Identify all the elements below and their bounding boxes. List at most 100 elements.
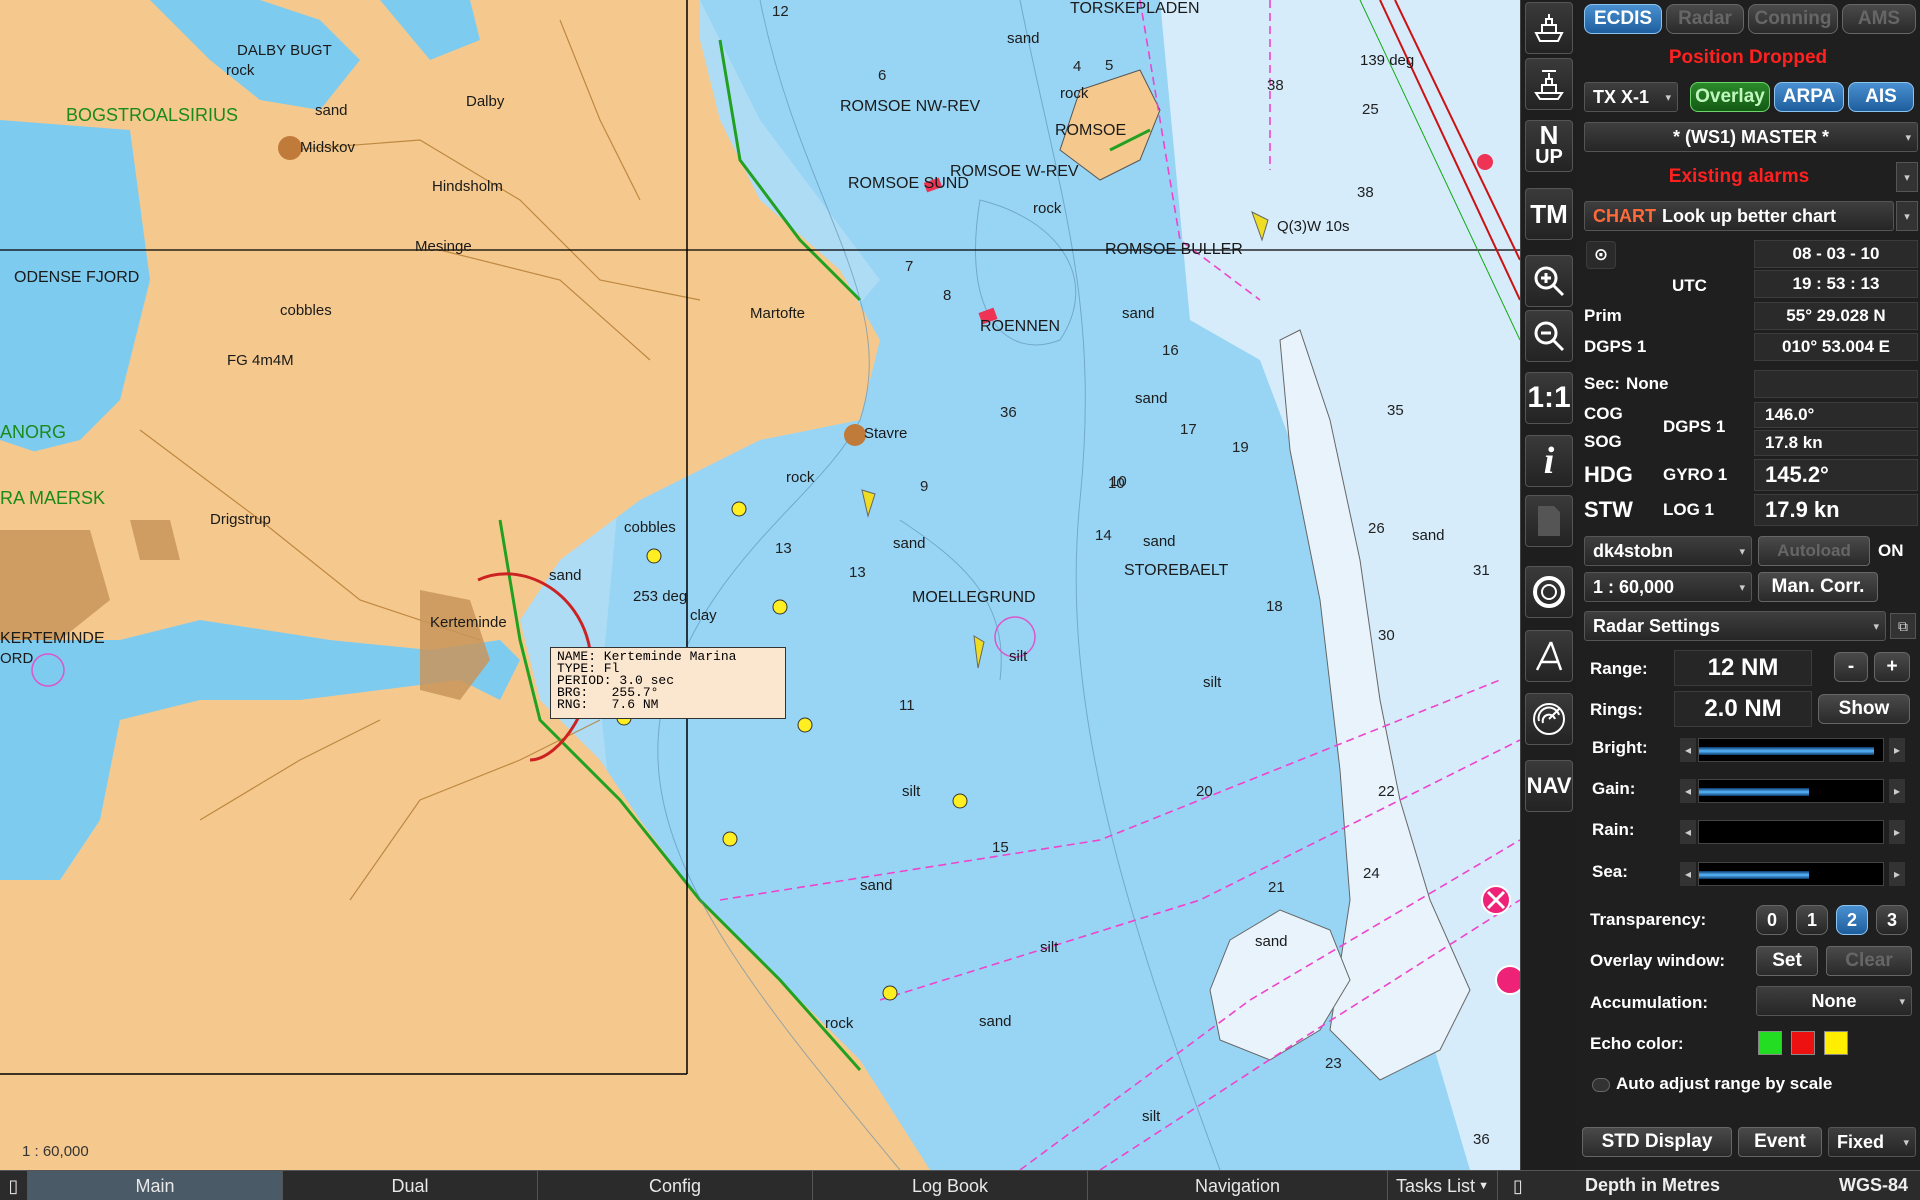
zoom-in-icon[interactable] xyxy=(1525,255,1573,307)
seabed-label: clay xyxy=(690,607,717,624)
tab-navigation[interactable]: Navigation xyxy=(1088,1171,1388,1200)
chevron-down-icon[interactable]: ▾ xyxy=(1896,162,1918,192)
tab-ecdis[interactable]: ECDIS xyxy=(1584,4,1662,34)
accumulation-label: Accumulation: xyxy=(1590,993,1709,1012)
tab-config[interactable]: Config xyxy=(538,1171,813,1200)
cog-source: DGPS 1 xyxy=(1663,417,1726,436)
rings-show-button[interactable]: Show xyxy=(1818,694,1910,724)
slider-left-icon[interactable]: ◂ xyxy=(1680,738,1696,762)
master-select[interactable]: * (WS1) MASTER * ▾ xyxy=(1584,122,1918,152)
rings-value: 2.0 NM xyxy=(1674,691,1812,727)
radar-icon[interactable] xyxy=(1525,693,1573,745)
tab-radar[interactable]: Radar xyxy=(1666,4,1744,34)
sea-slider[interactable]: ◂ ▸ xyxy=(1680,862,1905,886)
seabed-label: sand xyxy=(1255,933,1288,950)
autoload-button[interactable]: Autoload xyxy=(1758,536,1870,566)
rain-slider[interactable]: ◂ ▸ xyxy=(1680,820,1905,844)
tab-log-book[interactable]: Log Book xyxy=(813,1171,1088,1200)
bright-slider[interactable]: ◂ ▸ xyxy=(1680,738,1905,762)
auto-adjust-checkbox[interactable] xyxy=(1592,1078,1610,1092)
true-motion-button[interactable]: TM xyxy=(1525,188,1573,240)
chart-set-select[interactable]: dk4stobn ▾ xyxy=(1584,536,1752,566)
ship-list-icon[interactable] xyxy=(1525,58,1573,110)
seabed-label: sand xyxy=(1007,30,1040,47)
overlay-clear-button[interactable]: Clear xyxy=(1826,946,1912,976)
tab-dual[interactable]: Dual xyxy=(283,1171,538,1200)
zoom-out-icon[interactable] xyxy=(1525,310,1573,362)
north-up-up: UP xyxy=(1535,146,1563,168)
slider-right-icon[interactable]: ▸ xyxy=(1889,862,1905,886)
echo-color-yellow[interactable] xyxy=(1824,1031,1848,1055)
depth-sounding: 31 xyxy=(1473,562,1490,579)
gain-slider[interactable]: ◂ ▸ xyxy=(1680,779,1905,803)
measure-icon[interactable] xyxy=(1525,630,1573,682)
chevron-down-icon[interactable]: ▾ xyxy=(1896,201,1918,231)
info-button[interactable]: i xyxy=(1525,435,1573,487)
object-info-tooltip: NAME: Kerteminde Marina TYPE: Fl PERIOD:… xyxy=(550,647,786,719)
seabed-label: silt xyxy=(1142,1108,1161,1125)
arpa-toggle[interactable]: ARPA xyxy=(1774,82,1844,112)
transparency-0[interactable]: 0 xyxy=(1756,905,1788,935)
transparency-1[interactable]: 1 xyxy=(1796,905,1828,935)
slider-right-icon[interactable]: ▸ xyxy=(1889,779,1905,803)
tasks-list-dropdown[interactable]: Tasks List ▼ xyxy=(1388,1171,1498,1200)
one-to-one-scale-button[interactable]: 1:1 xyxy=(1525,372,1573,424)
accumulation-select[interactable]: None ▾ xyxy=(1756,986,1912,1016)
layout-toggle-icon[interactable]: ▯ xyxy=(1498,1171,1538,1200)
north-up-button[interactable]: N UP xyxy=(1525,120,1573,172)
seabed-label: sand xyxy=(860,877,893,894)
echo-color-red[interactable] xyxy=(1791,1031,1815,1055)
slider-right-icon[interactable]: ▸ xyxy=(1889,738,1905,762)
depth-sounding: 6 xyxy=(878,67,887,84)
overlay-set-button[interactable]: Set xyxy=(1756,946,1818,976)
echo-color-green[interactable] xyxy=(1758,1031,1782,1055)
nautical-chart[interactable]: DALBY BUGT Dalby Midskov Hindsholm Mesin… xyxy=(0,0,1520,1170)
transparency-3[interactable]: 3 xyxy=(1876,905,1908,935)
event-button[interactable]: Event xyxy=(1738,1127,1822,1157)
scale-select[interactable]: 1 : 60,000 ▾ xyxy=(1584,572,1752,602)
depth-sounding: 30 xyxy=(1378,627,1395,644)
hdg-label: HDG xyxy=(1584,462,1633,487)
tab-conning[interactable]: Conning xyxy=(1748,4,1838,34)
slider-right-icon[interactable]: ▸ xyxy=(1889,820,1905,844)
range-decrease-button[interactable]: - xyxy=(1834,652,1868,682)
cog-value: 146.0° xyxy=(1754,402,1918,428)
alarms-row[interactable]: Existing alarms ▾ xyxy=(1584,162,1918,192)
place-label: ROMSOE SUND xyxy=(848,175,969,192)
chart-alert[interactable]: CHART Look up better chart xyxy=(1584,201,1894,231)
tx-select[interactable]: TX X-1 ▾ xyxy=(1584,82,1678,112)
chevron-down-icon: ▾ xyxy=(1665,91,1671,104)
fixed-select[interactable]: Fixed ▾ xyxy=(1828,1127,1916,1157)
vessel-label[interactable]: RA MAERSK xyxy=(0,488,105,509)
transparency-2[interactable]: 2 xyxy=(1836,905,1868,935)
document-icon[interactable] xyxy=(1525,495,1573,547)
ais-toggle[interactable]: AIS xyxy=(1848,82,1914,112)
range-increase-button[interactable]: + xyxy=(1874,652,1910,682)
slider-track xyxy=(1698,738,1884,762)
slider-left-icon[interactable]: ◂ xyxy=(1680,820,1696,844)
depth-sounding: 12 xyxy=(772,3,789,20)
panel-toggle-icon[interactable]: ▯ xyxy=(0,1171,28,1200)
slider-left-icon[interactable]: ◂ xyxy=(1680,779,1696,803)
rings-icon[interactable] xyxy=(1525,566,1573,618)
vessel-label[interactable]: ANORG xyxy=(0,422,66,443)
stw-label: STW xyxy=(1584,497,1633,522)
own-ship-icon[interactable] xyxy=(1525,2,1573,54)
place-label: Dalby xyxy=(466,93,505,110)
undock-icon[interactable]: ⧉ xyxy=(1890,613,1916,639)
slider-track xyxy=(1698,862,1884,886)
std-display-button[interactable]: STD Display xyxy=(1582,1127,1732,1157)
sog-label: SOG xyxy=(1584,432,1622,451)
slider-left-icon[interactable]: ◂ xyxy=(1680,862,1696,886)
overlay-toggle[interactable]: Overlay xyxy=(1690,82,1770,112)
radar-settings-select[interactable]: Radar Settings ▾ xyxy=(1584,611,1886,641)
place-label: ORD xyxy=(0,650,34,667)
tab-main[interactable]: Main xyxy=(28,1171,283,1200)
vessel-label[interactable]: BOGSTROALSIRIUS xyxy=(66,105,238,126)
nav-button[interactable]: NAV xyxy=(1525,760,1573,812)
man-corr-button[interactable]: Man. Corr. xyxy=(1758,572,1878,602)
depth-sounding: 21 xyxy=(1268,879,1285,896)
tab-ams[interactable]: AMS xyxy=(1842,4,1916,34)
chart-alert-message: Look up better chart xyxy=(1662,205,1837,226)
clock-icon[interactable]: ⊙ xyxy=(1586,241,1616,269)
